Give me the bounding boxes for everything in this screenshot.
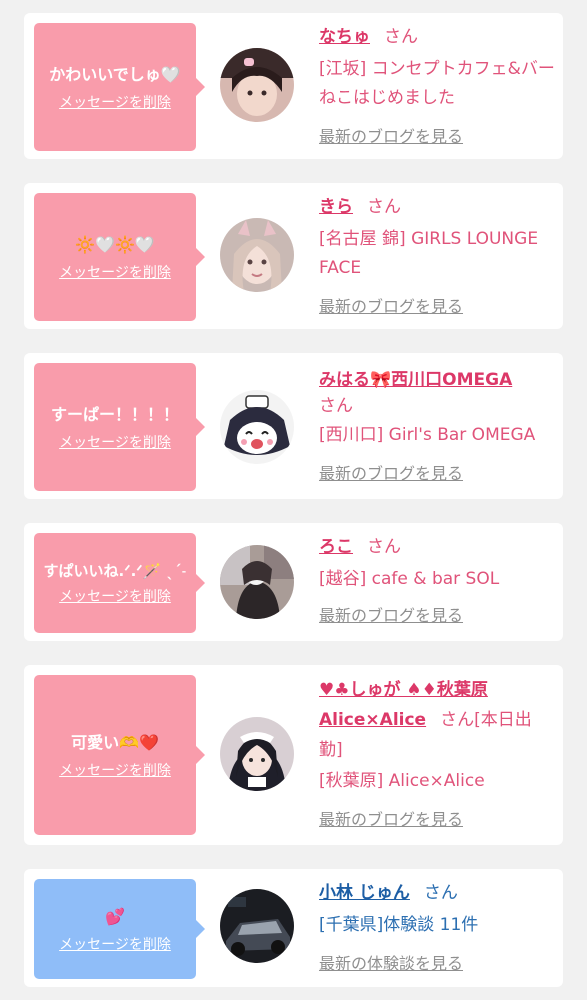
honorific: さん <box>367 537 401 557</box>
message-text: 🔆🤍🔆🤍 <box>75 235 155 254</box>
store-text: [江坂] コンセプトカフェ&バー ねこはじめました <box>319 59 572 108</box>
card-info: みはる🎀西川口OMEGA さん [西川口] Girl's Bar OMEGA 最… <box>319 365 555 484</box>
card-info: 小林 じゅん さん [千葉県]体験談 11件 最新の体験談を見る <box>319 881 555 974</box>
message-bubble: すぱいいね.ᐟ.ᐟ🪄 ˎˊ˗ メッセージを削除 <box>34 533 205 633</box>
message-card: すぱいいね.ᐟ.ᐟ🪄 ˎˊ˗ メッセージを削除 ろこ さん [越谷] cafe &… <box>24 523 563 641</box>
avatar[interactable] <box>220 218 294 292</box>
experience-link[interactable]: 最新の体験談を見る <box>319 950 555 974</box>
blog-link[interactable]: 最新のブログを見る <box>319 293 555 317</box>
message-bubble: 可愛い🫶❤️ メッセージを削除 <box>34 675 205 835</box>
honorific: さん <box>367 197 401 217</box>
store-text: [越谷] cafe & bar SOL <box>319 569 500 589</box>
message-bubble: 💕 メッセージを削除 <box>34 879 205 979</box>
message-text: 💕 <box>105 907 125 926</box>
user-name-link[interactable]: ろこ <box>319 537 353 557</box>
avatar[interactable] <box>220 545 294 619</box>
user-name-link[interactable]: なちゅ <box>319 27 370 47</box>
delete-message-link[interactable]: メッセージを削除 <box>59 586 171 606</box>
message-bubble: 🔆🤍🔆🤍 メッセージを削除 <box>34 193 205 321</box>
user-name-link[interactable]: 小林 じゅん <box>319 883 410 903</box>
honorific: さん <box>384 27 418 47</box>
avatar[interactable] <box>220 390 294 464</box>
message-bubble: かわいいでしゅ🤍 メッセージを削除 <box>34 23 205 151</box>
user-name-link[interactable]: みはる🎀西川口OMEGA <box>319 370 512 390</box>
message-text: 可愛い🫶❤️ <box>71 733 159 752</box>
store-text: [名古屋 錦] GIRLS LOUNGE FACE <box>319 229 539 278</box>
honorific: さん <box>319 396 353 416</box>
delete-message-link[interactable]: メッセージを削除 <box>59 760 171 780</box>
message-card: すーぱー！！！！ メッセージを削除 みはる🎀西川口OMEGA さん [西川口] … <box>24 353 563 499</box>
store-text: [西川口] Girl's Bar OMEGA <box>319 425 536 445</box>
message-card: 🔆🤍🔆🤍 メッセージを削除 きら さん [名古屋 錦] GIRLS LOUNGE … <box>24 183 563 329</box>
user-name-link[interactable]: きら <box>319 197 353 217</box>
blog-link[interactable]: 最新のブログを見る <box>319 123 555 147</box>
delete-message-link[interactable]: メッセージを削除 <box>59 432 171 452</box>
card-info: ♥♣しゅが ♠♦秋葉原Alice×Alice さん[本日出勤] [秋葉原] Ali… <box>319 675 555 830</box>
card-info: きら さん [名古屋 錦] GIRLS LOUNGE FACE 最新のブログを見る <box>319 195 555 317</box>
message-card: かわいいでしゅ🤍 メッセージを削除 なちゅ さん [江坂] コンセプトカフェ&バー… <box>24 13 572 159</box>
blog-link[interactable]: 最新のブログを見る <box>319 460 555 484</box>
avatar[interactable] <box>220 889 294 963</box>
honorific: さん <box>440 710 475 730</box>
message-text: すぱいいね.ᐟ.ᐟ🪄 ˎˊ˗ <box>43 562 187 580</box>
message-bubble: すーぱー！！！！ メッセージを削除 <box>34 363 205 491</box>
message-text: すーぱー！！！！ <box>50 405 179 424</box>
card-info: ろこ さん [越谷] cafe & bar SOL 最新のブログを見る <box>319 535 555 626</box>
message-text: かわいいでしゅ🤍 <box>49 65 181 84</box>
store-text: [千葉県]体験談 11件 <box>319 915 479 935</box>
delete-message-link[interactable]: メッセージを削除 <box>59 262 171 282</box>
blog-link[interactable]: 最新のブログを見る <box>319 806 555 830</box>
avatar[interactable] <box>220 717 294 791</box>
delete-message-link[interactable]: メッセージを削除 <box>59 92 171 112</box>
delete-message-link[interactable]: メッセージを削除 <box>59 934 171 954</box>
store-text: [秋葉原] Alice×Alice <box>319 771 485 791</box>
card-info: なちゅ さん [江坂] コンセプトカフェ&バー ねこはじめました 最新のブログを見… <box>319 25 572 147</box>
avatar[interactable] <box>220 48 294 122</box>
message-card: 可愛い🫶❤️ メッセージを削除 ♥♣しゅが ♠♦秋葉原Alice×Alice さん… <box>24 665 563 845</box>
blog-link[interactable]: 最新のブログを見る <box>319 602 555 626</box>
message-card: 💕 メッセージを削除 小林 じゅん さん [千葉県]体験談 11件 最新の体験談を… <box>24 869 563 987</box>
honorific: さん <box>423 883 458 903</box>
